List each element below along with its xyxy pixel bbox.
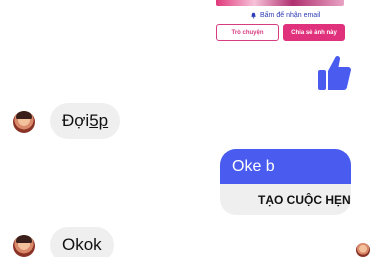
chat-button[interactable]: Trò chuyện xyxy=(216,24,279,41)
shared-content-card: Bấm để nhận email Trò chuyện Chia sẻ ảnh… xyxy=(210,0,350,44)
email-notify-text: Bấm để nhận email xyxy=(260,11,321,19)
chat-screen: Bấm để nhận email Trò chuyện Chia sẻ ảnh… xyxy=(0,0,374,257)
message-text: Đợi xyxy=(62,111,90,130)
message-text: Okok xyxy=(62,235,102,254)
incoming-message-bubble[interactable]: Đợi 5p xyxy=(50,103,121,139)
read-receipt-avatar xyxy=(356,243,370,257)
avatar[interactable] xyxy=(13,235,35,257)
shared-image-banner[interactable] xyxy=(216,0,344,6)
email-notify-link[interactable]: Bấm để nhận email xyxy=(250,10,320,20)
outgoing-message-text: Oke b xyxy=(220,149,351,184)
share-photo-button[interactable]: Chia sẻ ảnh này xyxy=(283,24,345,41)
outgoing-message-card[interactable]: Oke b TẠO CUỘC HẸN xyxy=(220,149,351,215)
message-time-link[interactable]: 5p xyxy=(89,111,108,131)
avatar[interactable] xyxy=(13,111,35,133)
bell-icon xyxy=(251,12,256,19)
thumbs-up-icon[interactable] xyxy=(316,54,352,92)
create-appointment-button[interactable]: TẠO CUỘC HẸN xyxy=(220,184,351,215)
incoming-message-bubble[interactable]: Okok xyxy=(50,227,114,257)
